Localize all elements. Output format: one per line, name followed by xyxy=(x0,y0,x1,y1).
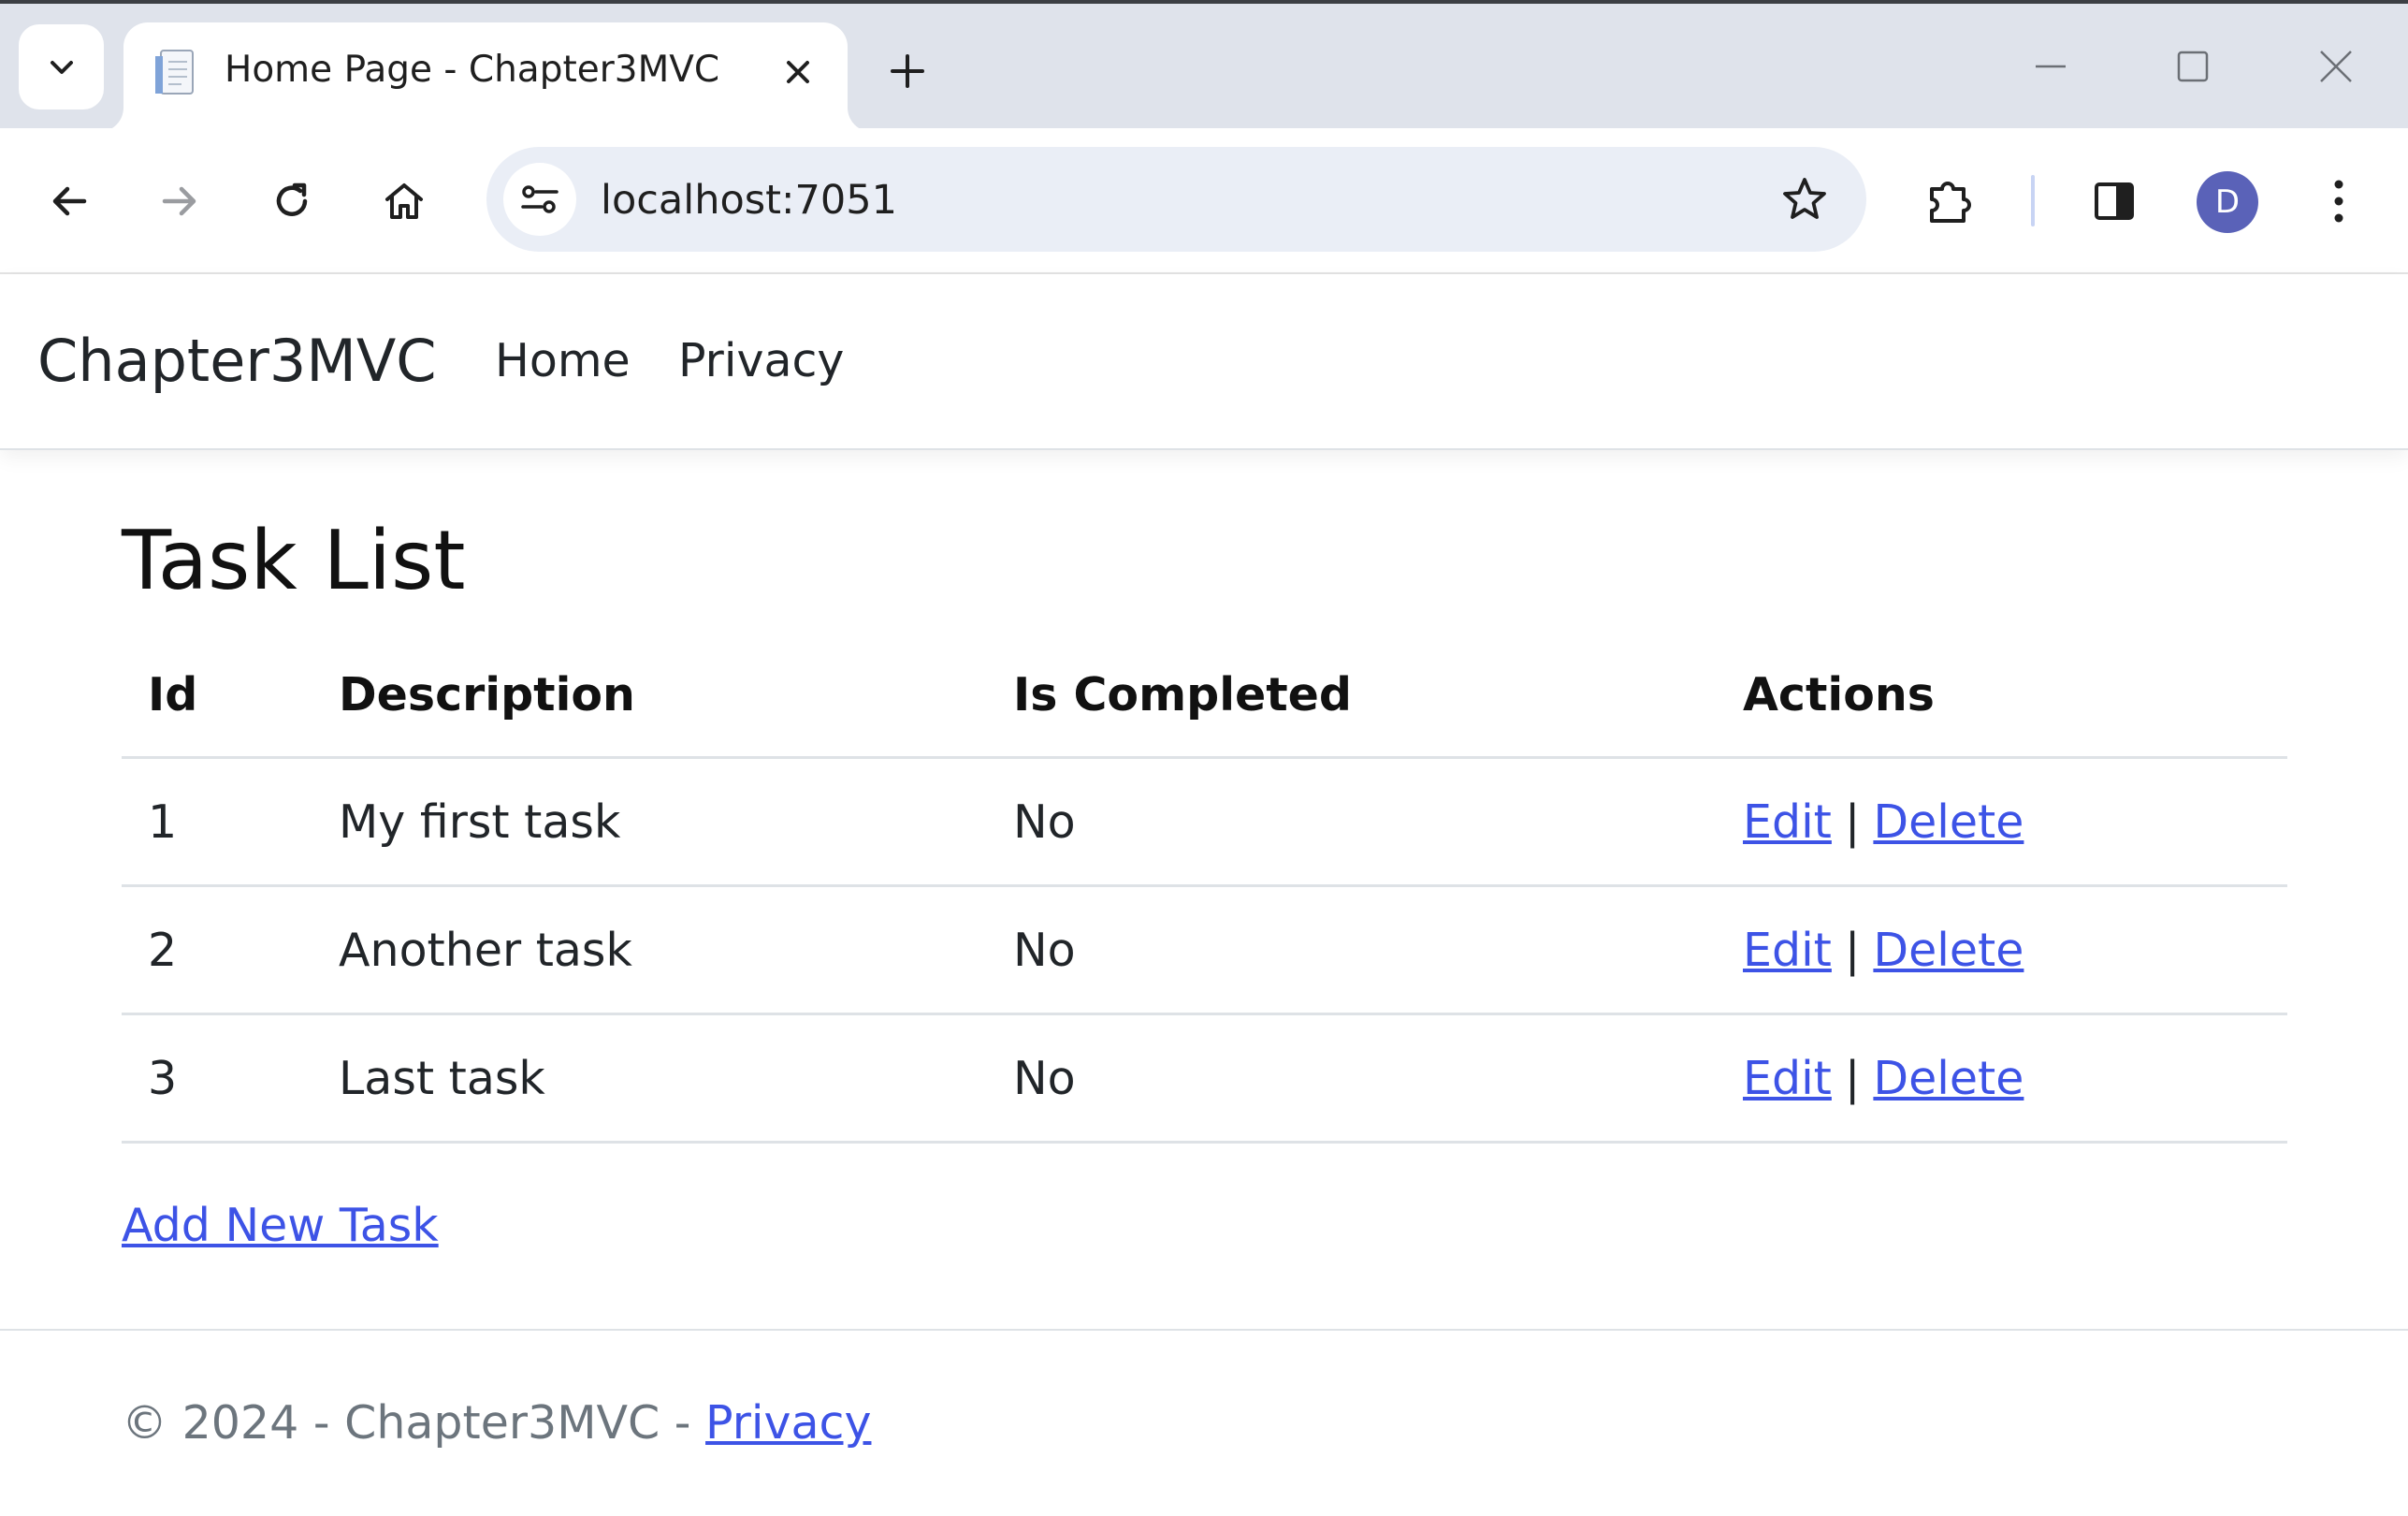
url-text[interactable]: localhost:7051 xyxy=(601,177,897,224)
side-panel-button[interactable] xyxy=(2077,164,2152,239)
tab-close-button[interactable] xyxy=(775,49,821,95)
reload-button[interactable] xyxy=(254,164,329,239)
minimize-button[interactable] xyxy=(2023,34,2079,99)
home-icon xyxy=(385,183,423,219)
kebab-menu-icon xyxy=(2334,180,2343,223)
edit-link[interactable]: Edit xyxy=(1743,795,1832,849)
table-row: 1 My first task No Edit | Delete xyxy=(122,757,2287,887)
arrow-right-icon xyxy=(162,186,196,216)
home-button[interactable] xyxy=(367,164,442,239)
chevron-down-icon xyxy=(50,60,73,74)
side-panel-icon xyxy=(2095,182,2134,220)
cell-actions: Edit | Delete xyxy=(1717,1013,2287,1144)
footer-text: © 2024 - Chapter3MVC - Privacy xyxy=(122,1396,871,1450)
edit-link[interactable]: Edit xyxy=(1743,1052,1832,1105)
minimize-icon xyxy=(2036,65,2066,68)
site-info-button[interactable] xyxy=(503,163,576,236)
maximize-button[interactable] xyxy=(2165,34,2221,99)
column-header-id: Id xyxy=(122,634,312,759)
footer-privacy-link[interactable]: Privacy xyxy=(705,1396,871,1450)
cell-id: 3 xyxy=(122,1013,312,1144)
star-icon xyxy=(1783,178,1826,219)
cell-is-completed: No xyxy=(987,885,1717,1015)
table-header-row: Id Description Is Completed Actions xyxy=(122,634,2287,759)
browser-toolbar: localhost:7051 D xyxy=(0,128,2408,274)
column-header-actions: Actions xyxy=(1717,634,2287,759)
plus-icon xyxy=(891,54,924,88)
close-icon xyxy=(787,61,809,83)
task-table: Id Description Is Completed Actions 1 My… xyxy=(122,634,2287,1144)
extensions-button[interactable] xyxy=(1912,164,1987,239)
toolbar-divider xyxy=(2031,175,2035,226)
puzzle-icon xyxy=(1930,182,1971,223)
cell-description: Last task xyxy=(312,1013,987,1144)
browser-menu-button[interactable] xyxy=(2301,164,2376,239)
profile-avatar[interactable]: D xyxy=(2197,171,2258,233)
delete-link[interactable]: Delete xyxy=(1873,795,2024,849)
cell-is-completed: No xyxy=(987,1013,1717,1144)
bookmark-button[interactable] xyxy=(1777,171,1833,227)
column-header-is-completed: Is Completed xyxy=(987,634,1717,759)
close-window-icon xyxy=(2320,51,2352,82)
new-tab-button[interactable] xyxy=(879,43,936,99)
add-new-task-link[interactable]: Add New Task xyxy=(122,1199,439,1252)
tune-icon xyxy=(521,185,558,213)
back-button[interactable] xyxy=(32,164,107,239)
site-footer: © 2024 - Chapter3MVC - Privacy xyxy=(0,1329,2408,1516)
action-separator: | xyxy=(1844,923,1861,977)
arrow-left-icon xyxy=(52,186,87,216)
reload-icon xyxy=(276,182,308,216)
cell-id: 1 xyxy=(122,757,312,887)
cell-description: My first task xyxy=(312,757,987,887)
delete-link[interactable]: Delete xyxy=(1873,924,2024,977)
nav-link-home[interactable]: Home xyxy=(495,334,631,387)
browser-window: Home Page - Chapter3MVC localhost:7051 D… xyxy=(0,0,2408,1516)
table-row: 2 Another task No Edit | Delete xyxy=(122,885,2287,1015)
cell-actions: Edit | Delete xyxy=(1717,885,2287,1015)
cell-actions: Edit | Delete xyxy=(1717,757,2287,887)
cell-description: Another task xyxy=(312,885,987,1015)
maximize-icon xyxy=(2177,51,2209,82)
footer-copyright: © 2024 - Chapter3MVC - xyxy=(122,1396,706,1450)
tab-active[interactable]: Home Page - Chapter3MVC xyxy=(123,22,848,132)
site-navbar: Chapter3MVC Home Privacy xyxy=(0,274,2408,450)
close-window-button[interactable] xyxy=(2308,34,2364,99)
edit-link[interactable]: Edit xyxy=(1743,924,1832,977)
tab-search-button[interactable] xyxy=(19,24,104,109)
page-icon xyxy=(155,50,194,95)
table-row: 3 Last task No Edit | Delete xyxy=(122,1013,2287,1144)
address-bar[interactable]: localhost:7051 xyxy=(486,147,1866,252)
tab-strip: Home Page - Chapter3MVC xyxy=(0,0,2408,132)
forward-button[interactable] xyxy=(142,164,217,239)
delete-link[interactable]: Delete xyxy=(1873,1052,2024,1105)
column-header-description: Description xyxy=(312,634,987,759)
action-separator: | xyxy=(1844,794,1861,849)
navbar-brand[interactable]: Chapter3MVC xyxy=(37,327,437,395)
page-title: Task List xyxy=(122,513,466,608)
cell-is-completed: No xyxy=(987,757,1717,887)
action-separator: | xyxy=(1844,1051,1861,1105)
nav-link-privacy[interactable]: Privacy xyxy=(678,334,844,387)
cell-id: 2 xyxy=(122,885,312,1015)
tab-title: Home Page - Chapter3MVC xyxy=(225,49,720,91)
